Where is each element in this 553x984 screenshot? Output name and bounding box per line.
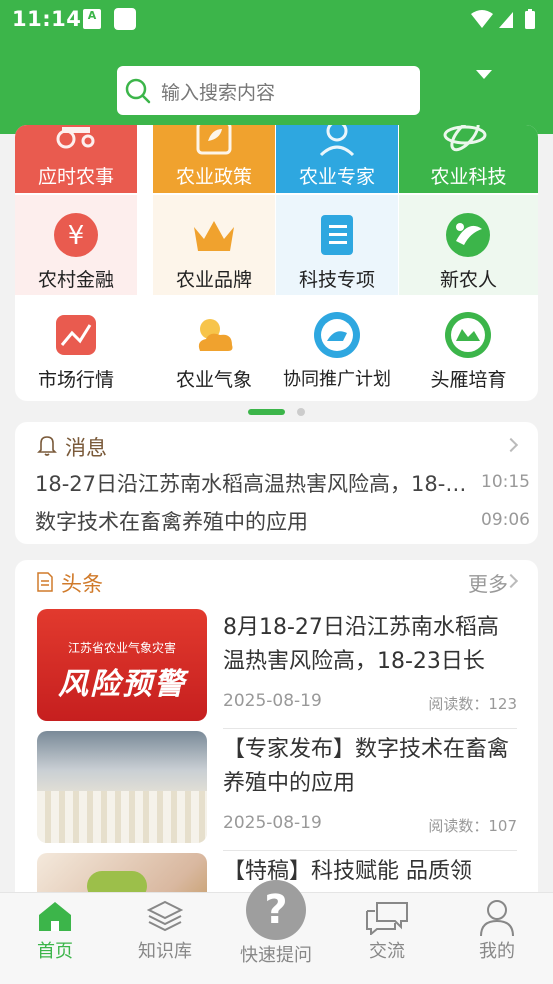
dropdown-triangle-icon[interactable] bbox=[476, 70, 492, 79]
status-time: 11:14 bbox=[12, 7, 82, 31]
nav-home[interactable]: 首页 bbox=[0, 893, 110, 984]
category-kejizhuanxiang[interactable]: 科技专项 bbox=[276, 195, 398, 295]
thumbnail-caption: 江苏省农业气象灾害 bbox=[67, 641, 176, 655]
divider bbox=[223, 850, 517, 851]
green-seal-icon bbox=[445, 312, 491, 358]
category-nongyeqixiang[interactable]: 农业气象 bbox=[153, 295, 275, 395]
news-title: 8月18-27日沿江苏南水稻高温热害风险高，18-23日长江... bbox=[223, 615, 499, 674]
app-header: 11:14 A 输入搜索内容 bbox=[0, 0, 553, 134]
category-label: 头雁培育 bbox=[430, 369, 507, 391]
news-thumbnail bbox=[37, 731, 207, 843]
category-xietongtuiguang[interactable]: 协同推广计划 bbox=[276, 295, 398, 395]
notification-square-icon bbox=[114, 8, 136, 30]
category-label: 新农人 bbox=[439, 269, 497, 291]
bell-icon bbox=[37, 436, 57, 456]
chevron-right-icon bbox=[503, 437, 519, 453]
headline-card: 头条 更多 江苏省农业气象灾害 风险预警 8月18-27日沿江苏南水稻高温热害风… bbox=[15, 560, 538, 900]
news-date: 2025-08-19 bbox=[223, 691, 322, 711]
news-thumbnail: 江苏省农业气象灾害 风险预警 bbox=[37, 609, 207, 721]
category-label: 农业科技 bbox=[430, 166, 507, 188]
crown-icon bbox=[194, 221, 234, 251]
category-touyanpeiyu[interactable]: 头雁培育 bbox=[399, 295, 538, 395]
notification-icon: A bbox=[83, 9, 101, 29]
document-icon bbox=[321, 215, 353, 255]
message-time: 09:06 bbox=[481, 510, 530, 530]
category-label: 市场行情 bbox=[37, 369, 114, 391]
yuan-coin-icon: ¥ bbox=[54, 213, 98, 257]
weather-icon bbox=[198, 319, 233, 351]
indicator-inactive bbox=[297, 408, 305, 416]
leaf-doc-icon bbox=[196, 125, 232, 155]
thumbnail-headline: 风险预警 bbox=[58, 667, 186, 702]
indicator-active bbox=[248, 409, 285, 415]
nav-label: 知识库 bbox=[138, 941, 192, 962]
system-status-icons bbox=[471, 9, 535, 29]
svg-text:¥: ¥ bbox=[68, 221, 85, 251]
message-title: 消息 bbox=[65, 436, 107, 460]
news-reads: 阅读数：123 bbox=[428, 695, 517, 713]
user-icon bbox=[480, 900, 514, 937]
news-item[interactable]: 【专家发布】数字技术在畜禽养殖中的应用 2025-08-19 阅读数：107 bbox=[37, 731, 517, 851]
expert-icon bbox=[319, 125, 355, 157]
divider bbox=[223, 728, 517, 729]
search-input[interactable]: 输入搜索内容 bbox=[117, 66, 420, 115]
category-nongyezhuanjia[interactable]: 农业专家 bbox=[276, 125, 398, 193]
chat-icon bbox=[366, 902, 408, 935]
category-grid: 应时农事 农业政策 农业专家 农业科技 ¥ 农村金融 农业品牌 科技专项 新农人… bbox=[15, 125, 538, 401]
news-reads: 阅读数：107 bbox=[428, 817, 517, 835]
news-date: 2025-08-19 bbox=[223, 813, 322, 833]
more-link[interactable]: 更多 bbox=[468, 568, 508, 597]
home-icon bbox=[39, 902, 71, 931]
nav-label: 交流 bbox=[369, 941, 405, 962]
category-nongcunjinrong[interactable]: ¥ 农村金融 bbox=[15, 195, 137, 295]
message-line[interactable]: 数字技术在畜禽养殖中的应用 bbox=[35, 506, 475, 536]
category-label: 应时农事 bbox=[37, 166, 114, 188]
category-label: 农业气象 bbox=[175, 369, 252, 391]
question-icon: ? bbox=[264, 887, 288, 933]
page-indicator bbox=[248, 408, 308, 416]
seal-badge-icon bbox=[314, 312, 360, 358]
nav-knowledge[interactable]: 知识库 bbox=[110, 893, 220, 984]
category-label: 农村金融 bbox=[37, 269, 114, 291]
tractor-icon bbox=[56, 127, 95, 149]
category-label: 农业品牌 bbox=[175, 269, 252, 291]
message-card[interactable]: 消息 18-27日沿江苏南水稻高温热害风险高，18-23日长江... 10:15… bbox=[15, 422, 538, 544]
status-bar: 11:14 A bbox=[0, 0, 553, 38]
layers-icon bbox=[147, 900, 183, 932]
quick-ask-label[interactable]: 快速提问 bbox=[221, 941, 331, 967]
category-label: 农业政策 bbox=[175, 166, 252, 188]
atom-icon bbox=[443, 125, 487, 152]
poultry-image bbox=[37, 791, 207, 843]
category-xinnongren[interactable]: 新农人 bbox=[399, 195, 538, 295]
message-time: 10:15 bbox=[481, 472, 530, 492]
category-yingshinongshi[interactable]: 应时农事 bbox=[15, 125, 137, 193]
category-label: 协同推广计划 bbox=[283, 369, 391, 390]
nav-label: 我的 bbox=[479, 941, 515, 962]
quick-ask-button[interactable]: ? bbox=[246, 880, 306, 940]
new-farmer-icon bbox=[446, 213, 490, 257]
news-item[interactable]: 江苏省农业气象灾害 风险预警 8月18-27日沿江苏南水稻高温热害风险高，18-… bbox=[37, 609, 517, 729]
nav-exchange[interactable]: 交流 bbox=[332, 893, 442, 984]
category-shichanghangqing[interactable]: 市场行情 bbox=[15, 295, 137, 395]
category-label: 科技专项 bbox=[298, 269, 375, 291]
category-nongyepinpai[interactable]: 农业品牌 bbox=[153, 195, 275, 295]
category-label: 农业专家 bbox=[298, 166, 375, 188]
headline-title: 头条 bbox=[61, 572, 103, 596]
search-icon bbox=[125, 78, 151, 104]
nav-mine[interactable]: 我的 bbox=[442, 893, 552, 984]
message-line[interactable]: 18-27日沿江苏南水稻高温热害风险高，18-23日长江... bbox=[35, 468, 475, 498]
nav-label: 首页 bbox=[37, 941, 73, 962]
search-placeholder: 输入搜索内容 bbox=[161, 82, 276, 104]
category-nongyezhengce[interactable]: 农业政策 bbox=[153, 125, 275, 193]
document-icon bbox=[37, 572, 53, 592]
news-title: 【专家发布】数字技术在畜禽养殖中的应用 bbox=[223, 737, 510, 796]
category-nongyekeji[interactable]: 农业科技 bbox=[399, 125, 538, 193]
trend-chart-icon bbox=[56, 315, 96, 355]
